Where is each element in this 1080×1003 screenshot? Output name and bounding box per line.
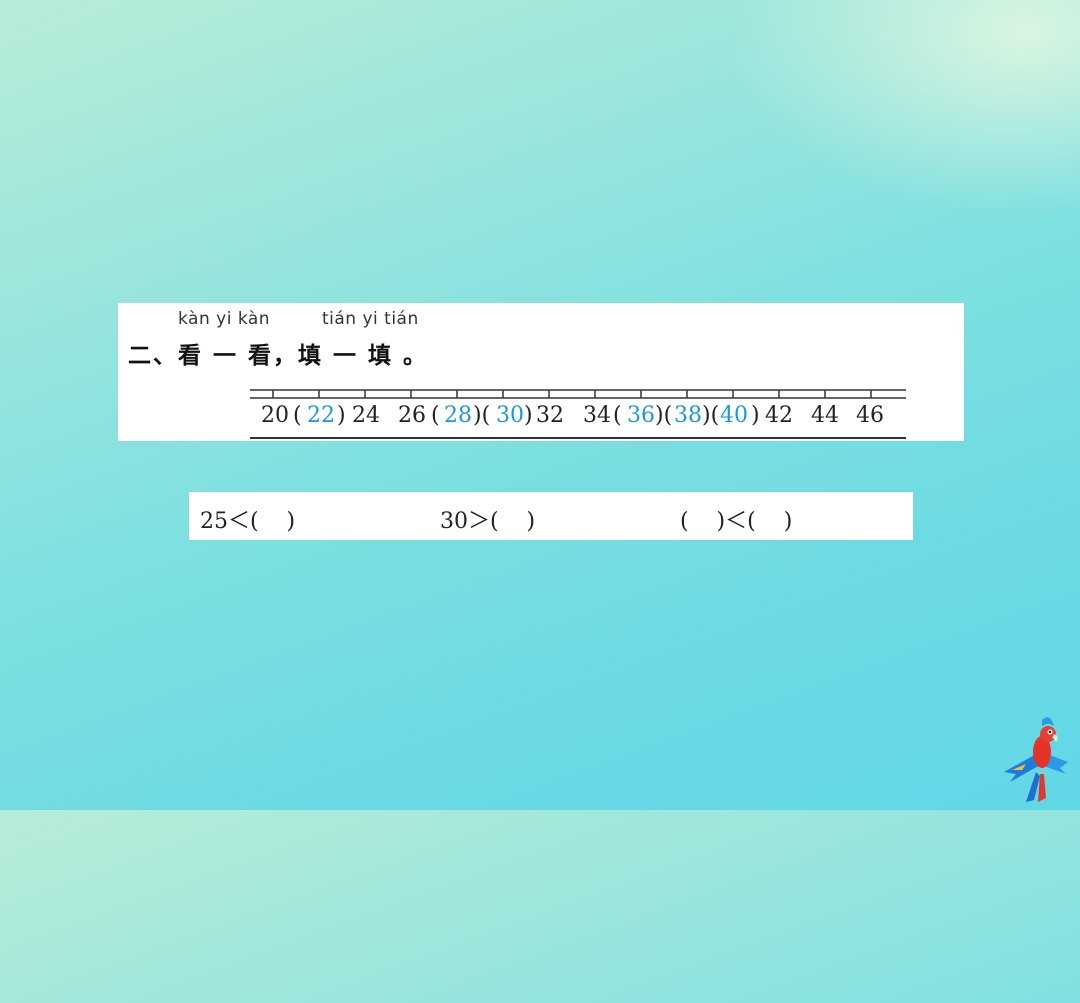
answer-38: 38 xyxy=(674,403,702,428)
number-26: 26 xyxy=(398,403,426,428)
number-ruler xyxy=(250,388,908,404)
pinyin-kan-yi-kan: kàn yi kàn xyxy=(178,309,271,329)
number-sequence: 20 ( 22 ) 24 26 ( 28 )( 30 ) 32 34 ( 36 … xyxy=(255,403,884,437)
number-42: 42 xyxy=(765,403,793,428)
answer-28: 28 xyxy=(444,403,472,428)
number-46: 46 xyxy=(856,403,884,428)
section-heading: 二、看 一 看，填 一 填 。 xyxy=(128,343,429,369)
paren-close: ) xyxy=(524,403,533,428)
comparison-2[interactable]: 30＞( ) xyxy=(440,503,535,535)
paren-pair: )( xyxy=(473,403,491,428)
number-20: 20 xyxy=(261,403,289,428)
paren-open: ( xyxy=(293,403,302,428)
answer-30: 30 xyxy=(496,403,524,428)
background-glow xyxy=(720,0,1080,220)
paren-pair: )( xyxy=(702,403,720,428)
paren-close: ) xyxy=(751,403,760,428)
answer-36: 36 xyxy=(627,403,655,428)
paren-open: ( xyxy=(613,403,622,428)
paren-close: ) xyxy=(337,403,346,428)
answer-22: 22 xyxy=(307,403,335,428)
number-line-bottom-rule xyxy=(250,437,906,439)
comparison-3[interactable]: ( )＜( ) xyxy=(680,503,792,535)
comparison-1[interactable]: 25＜( ) xyxy=(200,503,295,535)
paren-pair: )( xyxy=(655,403,673,428)
paren-open: ( xyxy=(431,403,440,428)
number-32: 32 xyxy=(536,403,564,428)
number-24: 24 xyxy=(352,403,380,428)
parrot-icon xyxy=(996,712,1072,808)
number-34: 34 xyxy=(583,403,611,428)
comparison-panel xyxy=(189,492,913,540)
answer-40: 40 xyxy=(720,403,748,428)
pinyin-tian-yi-tian: tián yi tián xyxy=(322,309,419,329)
number-44: 44 xyxy=(811,403,839,428)
